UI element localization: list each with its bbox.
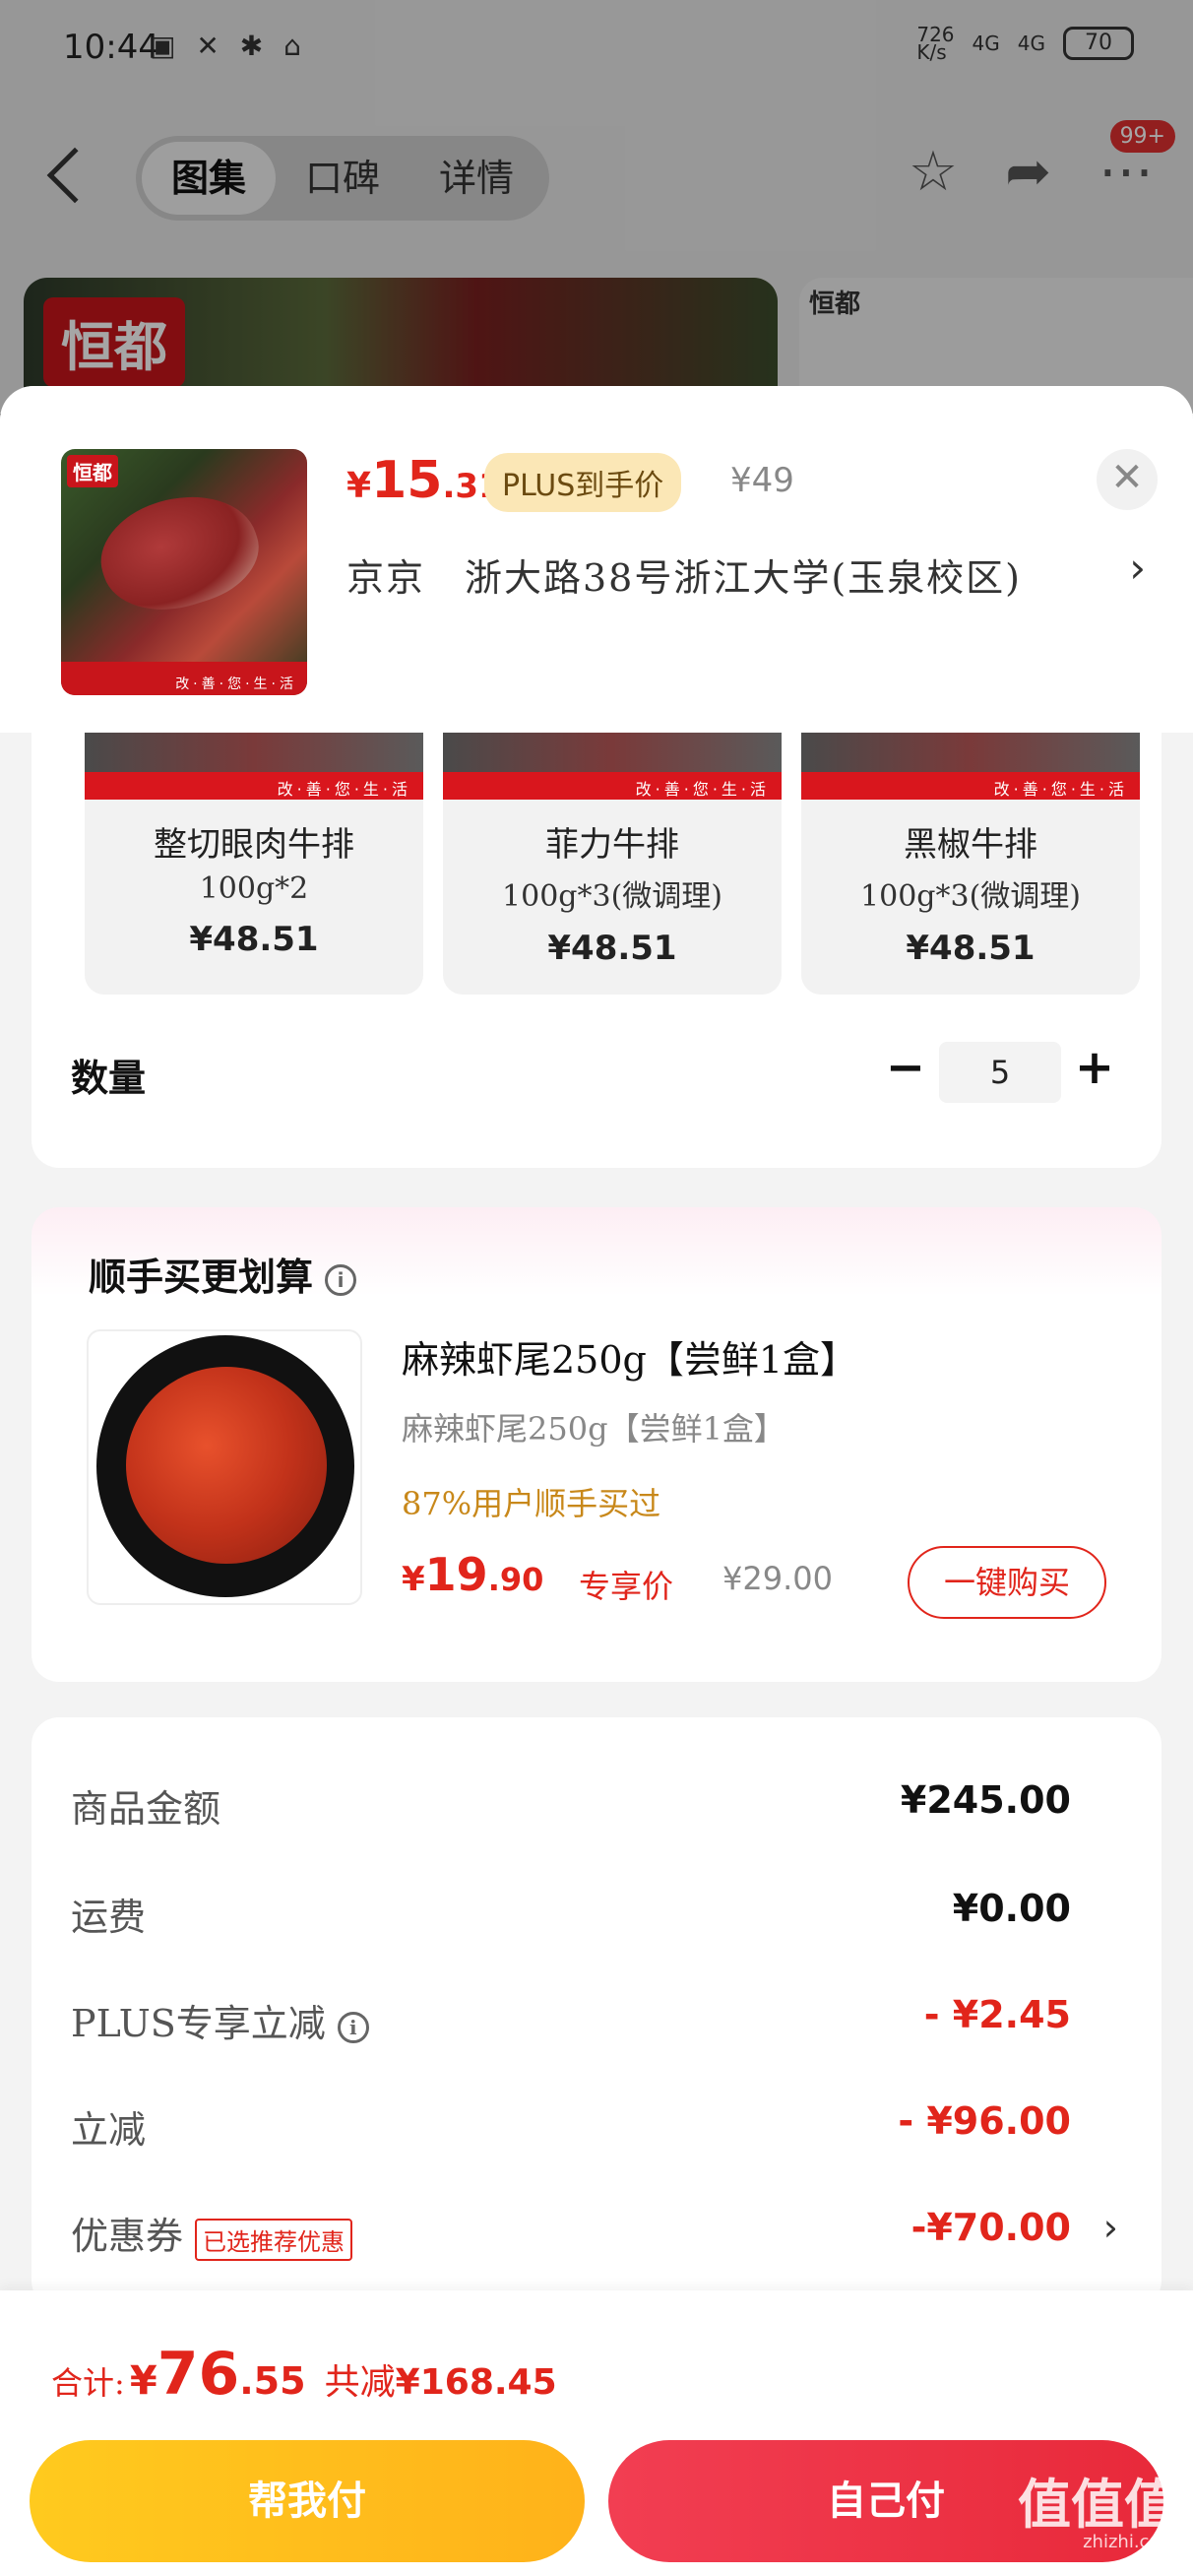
addon-image[interactable] — [87, 1329, 362, 1605]
summary-value: - ¥2.45 — [923, 1993, 1071, 2036]
thumbnail-strip: 改·善·您·生·活 — [61, 662, 307, 695]
background-page: 10:44 ▣ ✕ ✱ ⌂ 726 K/s 4G 4G 70 图集 口碑 详情 … — [0, 0, 1193, 445]
variant-weight: 100g*3(微调理) — [502, 879, 722, 914]
summary-value: ¥245.00 — [900, 1778, 1071, 1822]
summary-label: PLUS专享立减 i — [71, 1993, 369, 2047]
bottom-bar: 合计: ¥76.55 共减¥168.45 帮我付 自己付 值值值 zhizhi.… — [0, 2290, 1193, 2576]
variant-price: ¥48.51 — [547, 929, 677, 968]
variant-name: 整切眼肉牛排 — [154, 825, 354, 865]
variant-option[interactable]: 改·善·您·生·活 整切眼肉牛排 100g*2 ¥48.51 — [85, 721, 423, 995]
addon-name[interactable]: 麻辣虾尾250g【尝鲜1盒】 — [402, 1329, 857, 1384]
variant-strip: 改·善·您·生·活 — [85, 772, 423, 800]
product-thumbnail[interactable]: 恒都 改·善·您·生·活 — [61, 449, 307, 695]
variant-name: 黑椒牛排 — [904, 825, 1037, 865]
variant-weight: 100g*3(微调理) — [860, 879, 1081, 914]
summary-value: - ¥96.00 — [898, 2099, 1071, 2143]
variant-strip: 改·善·您·生·活 — [443, 772, 782, 800]
summary-row: 运费 ¥0.00 — [71, 1887, 1118, 1946]
steak-image — [87, 476, 272, 629]
delivery-address[interactable]: 京京 浙大路38号浙江大学(玉泉校区) — [346, 547, 1022, 602]
original-price: ¥49 — [730, 461, 794, 500]
variant-price: ¥48.51 — [189, 920, 319, 959]
total-label: 合计: — [51, 2364, 125, 2402]
price-currency: ¥ — [346, 466, 372, 506]
one-click-buy-button[interactable]: 一键购买 — [908, 1546, 1106, 1619]
quantity-decrease-button[interactable]: − — [878, 1042, 933, 1097]
price-summary: 商品金额 ¥245.00 运费 ¥0.00 PLUS专享立减 i - ¥2.45 … — [31, 1717, 1162, 2308]
quantity-increase-button[interactable]: + — [1067, 1042, 1122, 1097]
variant-option[interactable]: 改·善·您·生·活 菲力牛排 100g*3(微调理) ¥48.51 — [443, 721, 782, 995]
addon-price: ¥19.90 — [402, 1548, 543, 1601]
variant-strip: 改·善·您·生·活 — [801, 772, 1140, 800]
variant-weight: 100g*2 — [199, 871, 309, 906]
watermark: 值值值 zhizhi.com — [1018, 2478, 1177, 2552]
summary-value: ¥0.00 — [952, 1887, 1071, 1930]
quantity-input[interactable]: 5 — [939, 1042, 1061, 1103]
purchase-sheet: 恒都 改·善·您·生·活 ¥15.31 PLUS到手价 ¥49 ✕ 京京 浙大路… — [0, 386, 1193, 2576]
help-me-pay-button[interactable]: 帮我付 — [30, 2440, 585, 2562]
addon-subtitle: 麻辣虾尾250g【尝鲜1盒】 — [402, 1410, 785, 1448]
variant-price: ¥48.51 — [906, 929, 1036, 968]
chevron-right-icon[interactable]: › — [1103, 2206, 1118, 2249]
spec-card: 改·善·您·生·活 整切眼肉牛排 100g*2 ¥48.51 改·善·您·生·活… — [31, 721, 1162, 1168]
total-decimal: .55 — [239, 2359, 306, 2403]
variant-image: 改·善·您·生·活 — [801, 721, 1140, 800]
summary-label: 运费 — [71, 1896, 147, 1939]
summary-row: 立减 - ¥96.00 — [71, 2099, 1118, 2158]
close-button[interactable]: ✕ — [1097, 449, 1158, 510]
summary-row: 商品金额 ¥245.00 — [71, 1778, 1118, 1837]
addon-price-tag: 专享价 — [579, 1568, 674, 1605]
saved-label: 共减 — [324, 2362, 396, 2403]
addon-stat: 87%用户顺手买过 — [402, 1485, 661, 1522]
addon-card: 顺手买更划算 i 麻辣虾尾250g【尝鲜1盒】 麻辣虾尾250g【尝鲜1盒】 87… — [31, 1207, 1162, 1682]
summary-label: 立减 — [71, 2108, 147, 2152]
thumbnail-brand: 恒都 — [67, 455, 118, 487]
coupon-value: -¥70.00 — [910, 2206, 1071, 2249]
summary-label-text: PLUS专享立减 — [71, 2002, 326, 2045]
total-line: 合计: ¥76.55 共减¥168.45 — [51, 2340, 557, 2409]
variant-image: 改·善·您·生·活 — [443, 721, 782, 800]
info-icon[interactable]: i — [337, 2011, 369, 2043]
overlay-dim[interactable] — [0, 0, 1193, 414]
chevron-right-icon[interactable]: › — [1129, 544, 1146, 592]
coupon-row[interactable]: 优惠券 已选推荐优惠 -¥70.00 › — [71, 2206, 1118, 2265]
total-integer: 76 — [157, 2340, 240, 2409]
addon-title: 顺手买更划算 i — [89, 1247, 357, 1301]
quantity-label: 数量 — [71, 1057, 147, 1100]
watermark-domain: zhizhi.com — [1083, 2532, 1177, 2552]
variant-option[interactable]: 改·善·您·生·活 黑椒牛排 100g*3(微调理) ¥48.51 — [801, 721, 1140, 995]
variant-image: 改·善·您·生·活 — [85, 721, 423, 800]
watermark-text: 值值值 — [1018, 2474, 1177, 2536]
summary-label: 商品金额 — [71, 1787, 221, 1831]
addon-price-decimal: .90 — [487, 1561, 544, 1598]
info-icon[interactable]: i — [325, 1263, 357, 1296]
addon-title-text: 顺手买更划算 — [89, 1256, 314, 1299]
coupon-tag: 已选推荐优惠 — [195, 2219, 353, 2261]
addon-original-price: ¥29.00 — [722, 1560, 833, 1597]
saved-value: ¥168.45 — [395, 2362, 557, 2403]
variant-name: 菲力牛排 — [545, 825, 679, 865]
coupon-label: 优惠券 — [71, 2215, 184, 2258]
addon-price-currency: ¥ — [402, 1560, 425, 1599]
price-integer: 15 — [371, 451, 443, 510]
addon-price-integer: 19 — [424, 1548, 488, 1601]
total-saved: 共减¥168.45 — [325, 2362, 557, 2403]
summary-row: PLUS专享立减 i - ¥2.45 — [71, 1993, 1118, 2052]
product-price: ¥15.31 — [346, 451, 502, 510]
plus-price-tag: PLUS到手价 — [484, 453, 682, 512]
crayfish-image — [126, 1367, 327, 1564]
summary-label: 优惠券 已选推荐优惠 — [71, 2206, 353, 2261]
total-currency: ¥ — [129, 2358, 157, 2404]
product-header: 恒都 改·善·您·生·活 ¥15.31 PLUS到手价 ¥49 ✕ 京京 浙大路… — [0, 386, 1193, 733]
